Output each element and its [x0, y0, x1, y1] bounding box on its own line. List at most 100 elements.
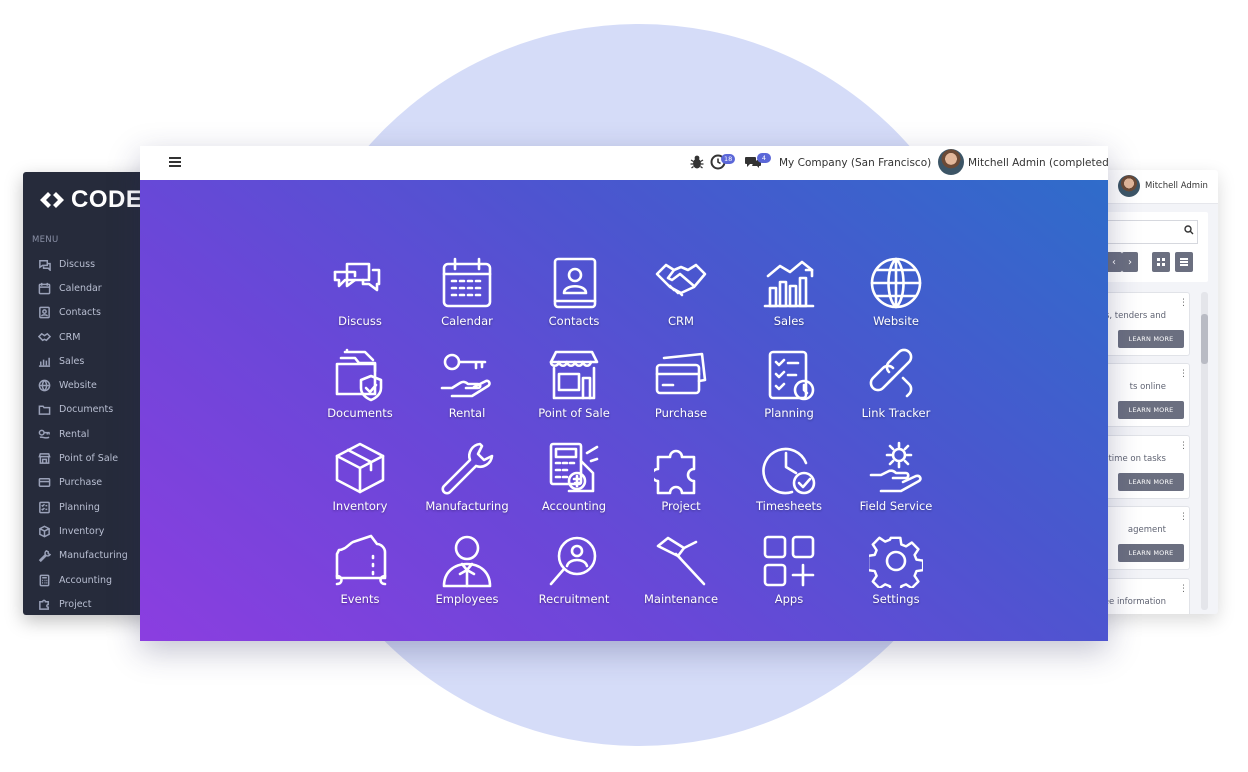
card-menu-icon[interactable]: ⋮ [1179, 369, 1188, 379]
app-label: Manufacturing [425, 499, 509, 513]
bug-icon[interactable] [689, 154, 705, 170]
app-purchase[interactable]: Purchase [631, 348, 731, 428]
menu-toggle-icon[interactable] [169, 157, 181, 167]
app-point-of-sale[interactable]: Point of Sale [524, 348, 624, 428]
sidebar-item-purchase[interactable]: Purchase [37, 471, 153, 495]
message-count-badge: 4 [757, 153, 771, 163]
app-label: Maintenance [643, 592, 719, 606]
sidebar-item-calendar[interactable]: Calendar [37, 276, 153, 300]
search-icon[interactable] [1184, 225, 1194, 235]
scrollbar[interactable] [1201, 292, 1208, 610]
app-maintenance[interactable]: Maintenance [631, 534, 731, 614]
previous-button[interactable]: ‹ [1106, 252, 1122, 272]
card-icon [37, 476, 51, 490]
employee-icon [442, 535, 492, 588]
gear-icon [869, 536, 923, 588]
app-settings[interactable]: Settings [846, 534, 946, 614]
chat-icon [37, 257, 51, 271]
handshake-icon [37, 330, 51, 344]
right-window-topbar: Mitchell Admin [1090, 170, 1218, 204]
app-label: Field Service [859, 499, 933, 513]
sidebar-item-contacts[interactable]: Contacts [37, 301, 153, 325]
learn-more-button[interactable]: LEARN MORE [1118, 544, 1184, 562]
avatar[interactable] [1118, 175, 1140, 197]
card-menu-icon[interactable]: ⋮ [1179, 584, 1188, 594]
recruitment-search-icon [549, 536, 597, 586]
sidebar-item-label: Project [59, 598, 92, 610]
learn-more-button[interactable]: LEARN MORE [1118, 473, 1184, 491]
sidebar-item-label: Calendar [59, 282, 102, 294]
app-inventory[interactable]: Inventory [310, 441, 410, 521]
planning-checklist-icon [768, 350, 815, 401]
app-label: Accounting [541, 499, 607, 513]
credit-card-icon [655, 352, 707, 395]
app-calendar[interactable]: Calendar [417, 256, 517, 336]
sidebar-item-rental[interactable]: Rental [37, 422, 153, 446]
sales-chart-icon [763, 260, 815, 308]
sidebar-item-website[interactable]: Website [37, 373, 153, 397]
kanban-view-button[interactable] [1152, 252, 1170, 272]
sidebar-item-label: Accounting [59, 574, 113, 586]
box-icon [37, 524, 51, 538]
app-employees[interactable]: Employees [417, 534, 517, 614]
card-menu-icon[interactable]: ⋮ [1179, 298, 1188, 308]
folder-icon [37, 403, 51, 417]
app-website[interactable]: Website [846, 256, 946, 336]
next-button[interactable]: › [1122, 252, 1138, 272]
app-label: Project [661, 499, 701, 513]
learn-more-button[interactable]: LEARN MORE [1118, 401, 1184, 419]
sidebar-item-project[interactable]: Project [37, 592, 153, 615]
user-menu[interactable]: Mitchell Admin (completed) [968, 157, 1108, 169]
user-name[interactable]: Mitchell Admin [1145, 181, 1208, 191]
puzzle-icon [37, 597, 51, 611]
app-documents[interactable]: Documents [310, 348, 410, 428]
sidebar-item-discuss[interactable]: Discuss [37, 252, 153, 276]
app-rental[interactable]: Rental [417, 348, 517, 428]
card-menu-icon[interactable]: ⋮ [1179, 512, 1188, 522]
sidebar-item-label: Inventory [59, 525, 105, 537]
app-discuss[interactable]: Discuss [310, 256, 410, 336]
contacts-icon [553, 257, 597, 309]
scrollbar-thumb[interactable] [1201, 314, 1208, 364]
app-label: Purchase [654, 406, 708, 420]
brand-logo[interactable]: CODE [39, 186, 142, 214]
sidebar-item-sales[interactable]: Sales [37, 349, 153, 373]
app-link-tracker[interactable]: Link Tracker [846, 348, 946, 428]
app-events[interactable]: Events [310, 534, 410, 614]
avatar[interactable] [938, 149, 964, 175]
sidebar-item-label: Discuss [59, 258, 96, 270]
app-accounting[interactable]: Accounting [524, 441, 624, 521]
hammer-icon [656, 536, 706, 586]
app-planning[interactable]: Planning [739, 348, 839, 428]
app-sales[interactable]: Sales [739, 256, 839, 336]
sidebar-item-planning[interactable]: Planning [37, 495, 153, 519]
app-recruitment[interactable]: Recruitment [524, 534, 624, 614]
app-label: Apps [774, 592, 804, 606]
company-switcher[interactable]: My Company (San Francisco) [779, 157, 931, 169]
app-label: Events [340, 592, 380, 606]
card-menu-icon[interactable]: ⋮ [1179, 441, 1188, 451]
rental-key-icon [440, 353, 491, 398]
sidebar-item-inventory[interactable]: Inventory [37, 519, 153, 543]
learn-more-button[interactable]: LEARN MORE [1118, 330, 1184, 348]
sidebar-item-crm[interactable]: CRM [37, 325, 153, 349]
app-launcher: Discuss Calendar Contacts CRM Sales Website Do… [140, 180, 1108, 641]
key-icon [37, 427, 51, 441]
discuss-icon [333, 262, 381, 292]
app-timesheets[interactable]: Timesheets [739, 441, 839, 521]
sidebar-item-point-of-sale[interactable]: Point of Sale [37, 446, 153, 470]
list-view-button[interactable] [1175, 252, 1193, 272]
app-contacts[interactable]: Contacts [524, 256, 624, 336]
globe-icon [870, 257, 922, 309]
store-icon [37, 452, 51, 466]
sidebar-item-label: CRM [59, 331, 81, 343]
app-apps[interactable]: Apps [739, 534, 839, 614]
app-field-service[interactable]: Field Service [846, 441, 946, 521]
app-project[interactable]: Project [631, 441, 731, 521]
sidebar-item-accounting[interactable]: Accounting [37, 568, 153, 592]
calculator-icon [549, 442, 599, 493]
sidebar-item-manufacturing[interactable]: Manufacturing [37, 544, 153, 568]
app-crm[interactable]: CRM [631, 256, 731, 336]
app-manufacturing[interactable]: Manufacturing [417, 441, 517, 521]
sidebar-item-documents[interactable]: Documents [37, 398, 153, 422]
